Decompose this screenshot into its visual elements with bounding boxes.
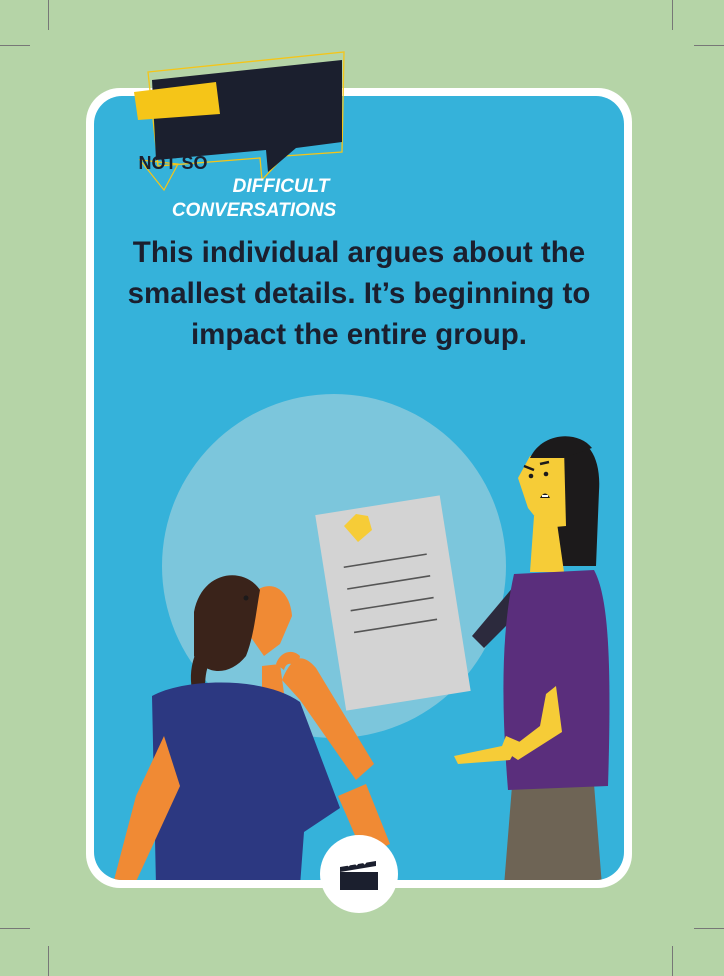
trim-mark bbox=[672, 946, 673, 976]
clapperboard-icon bbox=[340, 858, 378, 890]
trim-mark bbox=[694, 45, 724, 46]
scene-action-button[interactable] bbox=[320, 835, 398, 913]
trim-mark bbox=[694, 928, 724, 929]
trim-mark bbox=[48, 0, 49, 30]
trim-mark bbox=[672, 0, 673, 30]
brand-logo: NOT SO DIFFICULT CONVERSATIONS bbox=[134, 51, 376, 296]
logo-line-3: CONVERSATIONS bbox=[171, 200, 337, 221]
trim-mark bbox=[0, 45, 30, 46]
conversation-card: This individual argues about the smalles… bbox=[86, 51, 632, 888]
logo-line-2: DIFFICULT bbox=[232, 176, 330, 197]
trim-mark bbox=[48, 946, 49, 976]
woman-trousers bbox=[504, 784, 602, 880]
logo-line-1: NOT SO bbox=[138, 153, 208, 173]
woman-face bbox=[518, 448, 566, 528]
trim-mark bbox=[0, 928, 30, 929]
